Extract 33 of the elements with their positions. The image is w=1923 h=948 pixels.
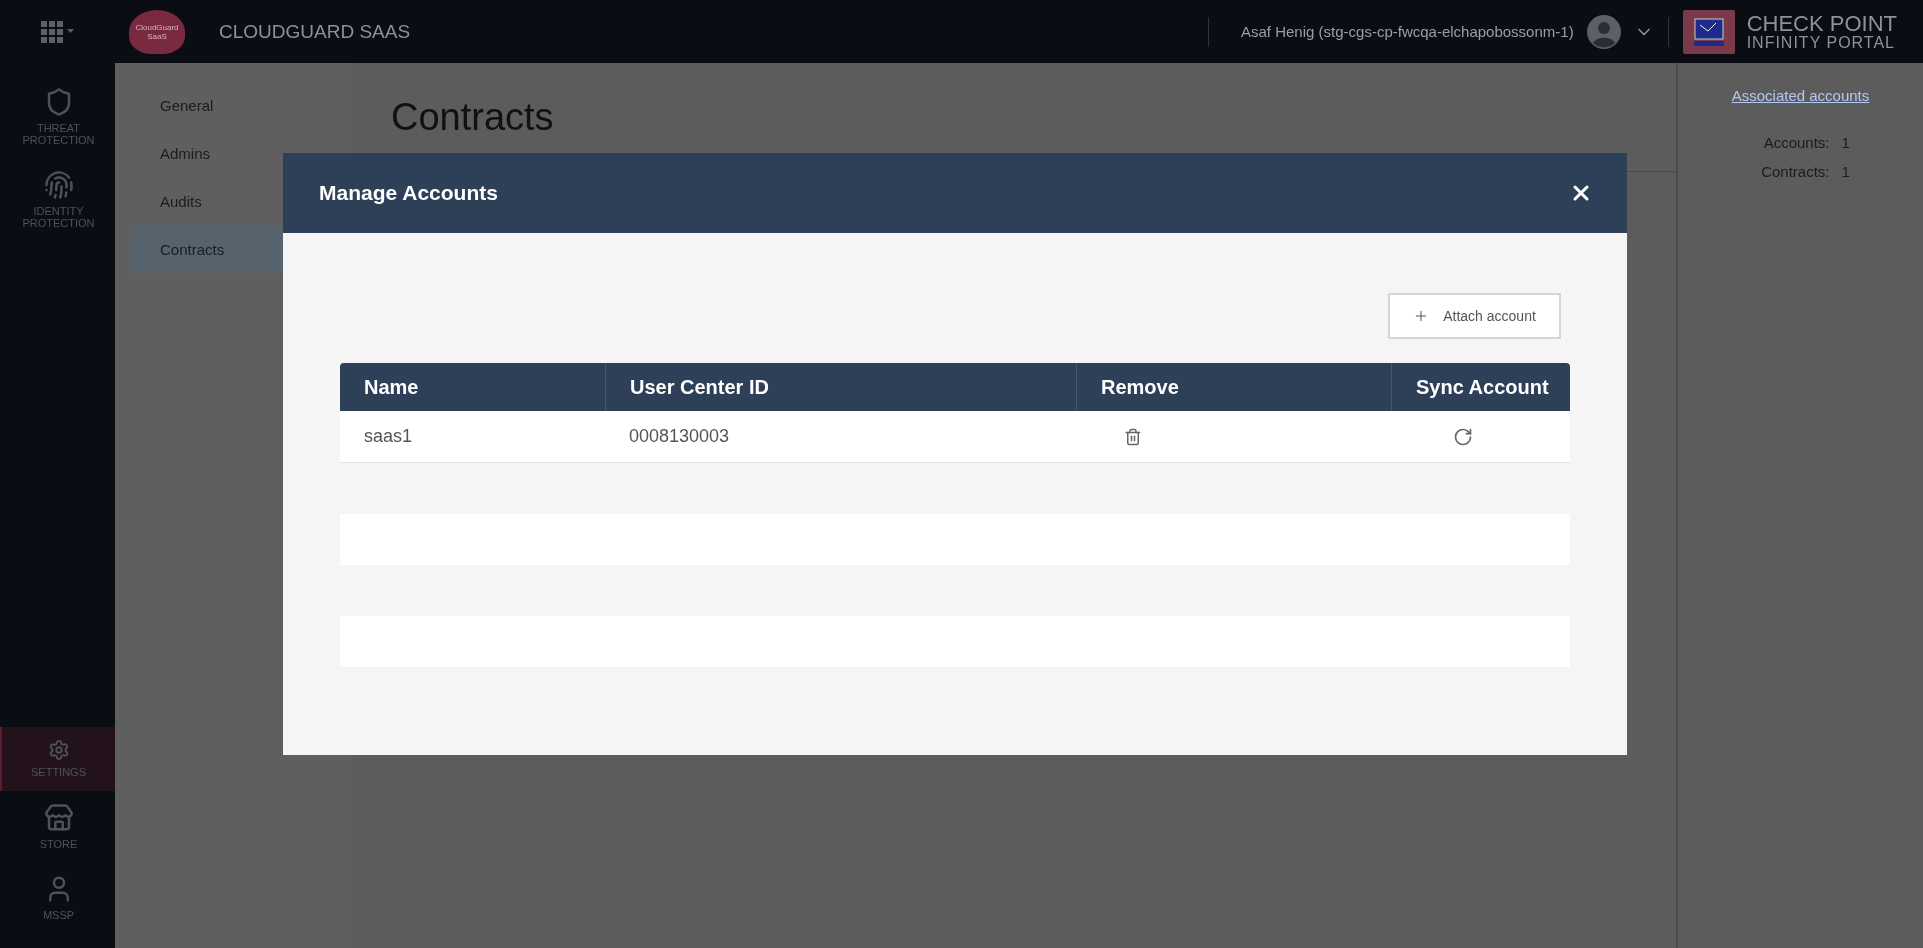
sync-button[interactable] [1453, 426, 1473, 447]
column-header: Sync Account [1391, 363, 1570, 411]
rail-item[interactable]: THREAT PROTECTION [0, 75, 115, 159]
stat-label: Contracts: [1760, 163, 1830, 180]
app-logo: CloudGuard SaaS [129, 9, 185, 54]
dialog-title: Manage Accounts [319, 181, 498, 205]
app-title: CLOUDGUARD SAAS [219, 20, 411, 43]
rail-item[interactable]: SETTINGS [0, 727, 115, 791]
stat-label: Accounts: [1762, 134, 1830, 151]
avatar-icon[interactable] [1585, 13, 1622, 50]
rail-item[interactable]: STORE [0, 790, 115, 863]
stat-value: 1 [1841, 163, 1851, 180]
table-cell: 0008130003 [605, 411, 1076, 463]
rail-item[interactable]: IDENTITY PROTECTION [0, 158, 115, 242]
column-header: Name [340, 363, 605, 411]
delete-button[interactable] [1124, 427, 1142, 446]
user-name: Asaf Henig (stg-cgs-cp-fwcqa-elchapobossonm-1) [1241, 23, 1574, 40]
store-icon [43, 802, 74, 833]
brand-name: CHECK POINT [1746, 11, 1897, 35]
associated-accounts-link[interactable]: Associated accounts [1731, 87, 1870, 104]
settings-nav-item[interactable]: General [130, 81, 353, 129]
attach-account-button[interactable]: Attach account [1388, 293, 1561, 339]
settings-icon [47, 739, 70, 762]
fingerprint-icon [43, 170, 74, 201]
app-grid-icon[interactable] [40, 20, 75, 43]
stat-value: 1 [1841, 134, 1851, 151]
brand-logo [1682, 9, 1735, 54]
column-header: Remove [1076, 363, 1391, 411]
brand-subtitle: INFINITY PORTAL [1746, 34, 1896, 52]
rail-item[interactable]: MSSP [0, 862, 115, 934]
column-header: User Center ID [605, 363, 1076, 411]
page-title: Contracts [391, 95, 554, 139]
table-cell: saas1 [340, 411, 605, 463]
